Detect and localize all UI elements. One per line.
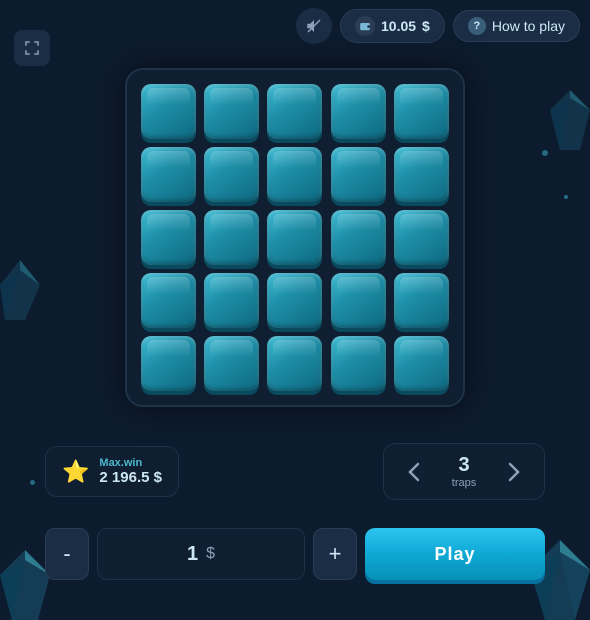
- grid-cell[interactable]: [394, 336, 449, 391]
- max-win-display: ⭐ Max.win 2 196.5 $: [45, 446, 179, 497]
- how-to-play-button[interactable]: ? How to play: [453, 10, 580, 42]
- traps-prev-button[interactable]: [402, 460, 426, 484]
- crystal-top-right: [550, 90, 590, 150]
- game-grid: [141, 84, 449, 391]
- fullscreen-icon: [23, 39, 41, 57]
- traps-label: traps: [452, 477, 476, 489]
- mute-button[interactable]: [296, 8, 332, 44]
- bet-currency: $: [206, 545, 215, 563]
- decor-dot-2: [564, 195, 568, 199]
- top-bar: 10.05 $ ? How to play: [296, 8, 580, 44]
- wallet-icon: [359, 20, 371, 32]
- decor-dot-1: [542, 150, 548, 156]
- grid-cell[interactable]: [267, 84, 322, 139]
- traps-control: 3 traps: [383, 443, 545, 500]
- grid-cell[interactable]: [394, 273, 449, 328]
- grid-cell[interactable]: [331, 147, 386, 202]
- max-win-text: Max.win 2 196.5 $: [99, 457, 162, 486]
- decor-dot-3: [30, 480, 35, 485]
- grid-cell[interactable]: [394, 210, 449, 265]
- grid-cell[interactable]: [331, 210, 386, 265]
- bet-minus-button[interactable]: -: [45, 528, 89, 580]
- bet-input-wrapper: 1 $: [97, 528, 305, 580]
- mute-icon: [305, 17, 323, 35]
- traps-next-button[interactable]: [502, 460, 526, 484]
- bottom-info-bar: ⭐ Max.win 2 196.5 $ 3 traps: [45, 443, 545, 500]
- grid-cell[interactable]: [204, 147, 259, 202]
- grid-cell[interactable]: [267, 210, 322, 265]
- grid-cell[interactable]: [141, 84, 196, 139]
- grid-cell[interactable]: [267, 336, 322, 391]
- grid-cell[interactable]: [141, 210, 196, 265]
- grid-cell[interactable]: [394, 147, 449, 202]
- chevron-left-icon: [408, 462, 420, 482]
- grid-cell[interactable]: [331, 84, 386, 139]
- fullscreen-button[interactable]: [14, 30, 50, 66]
- star-icon: ⭐: [62, 459, 89, 485]
- grid-cell[interactable]: [267, 273, 322, 328]
- grid-cell[interactable]: [204, 273, 259, 328]
- crystal-bottom-left: [0, 550, 50, 620]
- traps-value: 3: [458, 454, 469, 477]
- grid-cell[interactable]: [394, 84, 449, 139]
- grid-cell[interactable]: [204, 210, 259, 265]
- max-win-label: Max.win: [99, 457, 162, 469]
- grid-cell[interactable]: [331, 273, 386, 328]
- max-win-value: 2 196.5 $: [99, 469, 162, 486]
- grid-cell[interactable]: [331, 336, 386, 391]
- grid-cell[interactable]: [141, 336, 196, 391]
- game-grid-container: [125, 68, 465, 407]
- balance-currency: $: [422, 18, 430, 34]
- chevron-right-icon: [508, 462, 520, 482]
- grid-cell[interactable]: [267, 147, 322, 202]
- balance-value: 10.05: [381, 18, 416, 34]
- bet-plus-button[interactable]: +: [313, 528, 357, 580]
- grid-cell[interactable]: [204, 84, 259, 139]
- bet-bar: - 1 $ + Play: [45, 528, 545, 580]
- grid-cell[interactable]: [141, 147, 196, 202]
- balance-icon: [355, 16, 375, 36]
- help-icon: ?: [468, 17, 486, 35]
- play-button[interactable]: Play: [365, 528, 545, 580]
- grid-cell[interactable]: [204, 336, 259, 391]
- traps-display: 3 traps: [444, 454, 484, 489]
- bet-value: 1: [187, 543, 198, 566]
- grid-cell[interactable]: [141, 273, 196, 328]
- balance-button[interactable]: 10.05 $: [340, 9, 445, 43]
- how-to-play-label: How to play: [492, 18, 565, 34]
- crystal-mid-left: [0, 260, 40, 320]
